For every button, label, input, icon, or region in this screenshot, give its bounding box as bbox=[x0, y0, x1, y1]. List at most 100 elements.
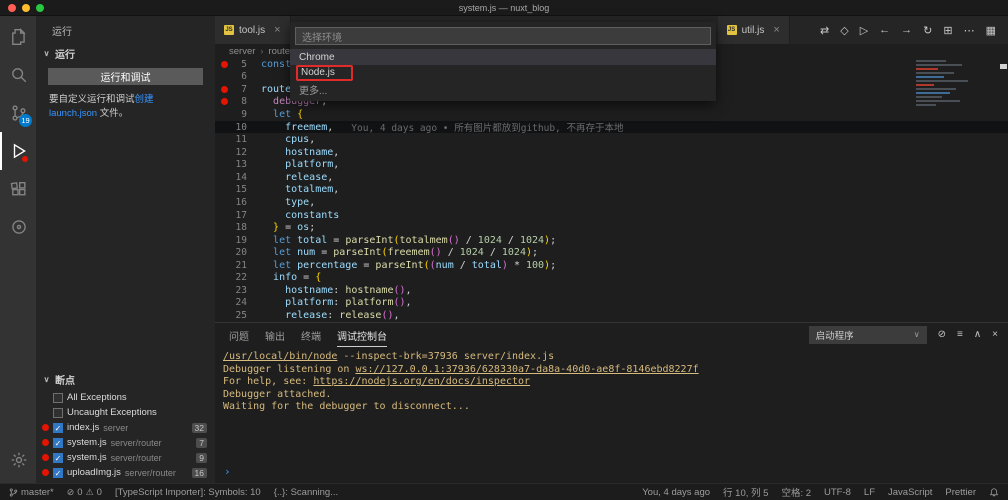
launch-config-select[interactable]: 启动程序 ∨ bbox=[809, 326, 927, 344]
breakpoint-dot[interactable] bbox=[221, 111, 228, 118]
source-control-icon[interactable]: 19 bbox=[0, 94, 36, 132]
code-line[interactable]: 12 hostname, bbox=[215, 146, 1008, 159]
breakpoint-checkbox[interactable]: ✓ bbox=[53, 438, 63, 448]
forward-icon[interactable]: → bbox=[901, 24, 912, 36]
line-gutter[interactable]: 13 bbox=[215, 159, 261, 170]
breakpoint-dot[interactable] bbox=[221, 124, 228, 131]
status-item[interactable]: LF bbox=[864, 487, 875, 498]
minimize-window-button[interactable] bbox=[22, 4, 30, 12]
breakpoint-checkbox[interactable]: ✓ bbox=[53, 423, 63, 433]
debug-console-input[interactable]: › bbox=[215, 465, 1008, 483]
status-item[interactable]: ⊘0⚠0 bbox=[67, 487, 102, 498]
panel-tab[interactable]: 问题 bbox=[229, 323, 249, 346]
more-actions-icon[interactable]: ⋯ bbox=[964, 24, 975, 37]
breakpoint-dot[interactable] bbox=[221, 149, 228, 156]
status-item[interactable]: 空格: 2 bbox=[781, 485, 811, 499]
line-gutter[interactable]: 22 bbox=[215, 272, 261, 283]
code-line[interactable]: 9 let { bbox=[215, 108, 1008, 121]
panel-tab[interactable]: 调试控制台 bbox=[337, 323, 387, 347]
tab-tool-js[interactable]: JS tool.js × bbox=[215, 16, 291, 44]
line-gutter[interactable]: 17 bbox=[215, 210, 261, 221]
explorer-icon[interactable] bbox=[0, 18, 36, 56]
line-gutter[interactable]: 20 bbox=[215, 247, 261, 258]
breakpoint-checkbox[interactable]: ✓ bbox=[53, 468, 63, 478]
breakpoint-checkbox[interactable]: ✓ bbox=[53, 453, 63, 463]
close-tab-icon[interactable]: × bbox=[773, 24, 779, 36]
line-gutter[interactable]: 12 bbox=[215, 147, 261, 158]
status-item[interactable]: JavaScript bbox=[888, 487, 932, 498]
split-editor-icon[interactable]: ⊞ bbox=[943, 24, 952, 37]
layout-icon[interactable]: ▦ bbox=[986, 24, 996, 37]
breakpoint-dot[interactable] bbox=[221, 299, 228, 306]
maximize-panel-icon[interactable]: ∧ bbox=[974, 329, 981, 340]
line-gutter[interactable]: 18 bbox=[215, 222, 261, 233]
breakpoint-dot[interactable] bbox=[221, 287, 228, 294]
breakpoint-item[interactable]: Uncaught Exceptions bbox=[36, 405, 215, 420]
breakpoint-dot[interactable] bbox=[221, 161, 228, 168]
breakpoint-dot[interactable] bbox=[221, 86, 228, 93]
run-icon[interactable]: ▷ bbox=[860, 24, 868, 37]
panel-tab[interactable]: 终端 bbox=[301, 323, 321, 346]
breakpoints-header[interactable]: ∨ 断点 bbox=[36, 370, 215, 389]
line-gutter[interactable]: 21 bbox=[215, 260, 261, 271]
breakpoint-dot[interactable] bbox=[221, 312, 228, 319]
panel-tab[interactable]: 输出 bbox=[265, 323, 285, 346]
breadcrumb-item[interactable]: server bbox=[229, 46, 255, 57]
line-gutter[interactable]: 19 bbox=[215, 235, 261, 246]
search-icon[interactable] bbox=[0, 56, 36, 94]
line-gutter[interactable]: 15 bbox=[215, 184, 261, 195]
status-item[interactable]: You, 4 days ago bbox=[642, 487, 710, 498]
line-gutter[interactable]: 16 bbox=[215, 197, 261, 208]
breakpoint-dot[interactable] bbox=[221, 237, 228, 244]
close-window-button[interactable] bbox=[8, 4, 16, 12]
zoom-window-button[interactable] bbox=[36, 4, 44, 12]
code-line[interactable]: 10 freemem,You, 4 days ago • 所有图片都放到gith… bbox=[215, 121, 1008, 134]
line-gutter[interactable]: 8 bbox=[215, 96, 261, 107]
code-line[interactable]: 24 platform: platform(), bbox=[215, 297, 1008, 310]
breakpoint-dot[interactable] bbox=[221, 212, 228, 219]
gear-icon[interactable] bbox=[0, 441, 36, 479]
quick-pick-input[interactable]: 选择环境 bbox=[295, 27, 711, 45]
code-line[interactable]: 25 release: release(), bbox=[215, 309, 1008, 322]
debug-console-icon[interactable]: ◇ bbox=[840, 24, 848, 37]
line-gutter[interactable]: 7 bbox=[215, 84, 261, 95]
breakpoint-dot[interactable] bbox=[221, 224, 228, 231]
quick-pick-option[interactable]: 更多... bbox=[290, 81, 716, 97]
breakpoint-dot[interactable] bbox=[221, 262, 228, 269]
breakpoint-checkbox[interactable] bbox=[53, 408, 63, 418]
breakpoint-item[interactable]: ✓uploadImg.jsserver/router16 bbox=[36, 465, 215, 480]
line-gutter[interactable]: 9 bbox=[215, 109, 261, 120]
breakpoint-dot[interactable] bbox=[221, 199, 228, 206]
line-gutter[interactable]: 11 bbox=[215, 134, 261, 145]
open-changes-icon[interactable]: ⇄ bbox=[820, 24, 829, 37]
breakpoint-dot[interactable] bbox=[221, 61, 228, 68]
quick-pick-option[interactable]: Chrome bbox=[290, 49, 716, 65]
filter-icon[interactable]: ≡ bbox=[957, 329, 963, 340]
line-gutter[interactable]: 5 bbox=[215, 59, 261, 70]
console-link[interactable]: ws://127.0.0.1:37936/628330a7-da8a-40d0-… bbox=[355, 364, 698, 375]
status-item[interactable]: master* bbox=[9, 487, 54, 498]
line-gutter[interactable]: 25 bbox=[215, 310, 261, 321]
quick-pick-option[interactable]: Node.js bbox=[290, 65, 716, 81]
extensions-icon[interactable] bbox=[0, 170, 36, 208]
code-line[interactable]: 14 release, bbox=[215, 171, 1008, 184]
breakpoint-item[interactable]: ✓system.jsserver/router7 bbox=[36, 435, 215, 450]
line-gutter[interactable]: 24 bbox=[215, 297, 261, 308]
code-line[interactable]: 15 totalmem, bbox=[215, 184, 1008, 197]
code-line[interactable]: 20 let num = parseInt(freemem() / 1024 /… bbox=[215, 246, 1008, 259]
line-gutter[interactable]: 14 bbox=[215, 172, 261, 183]
status-item[interactable]: Prettier bbox=[945, 487, 976, 498]
code-line[interactable]: 22 info = { bbox=[215, 272, 1008, 285]
code-line[interactable]: 13 platform, bbox=[215, 159, 1008, 172]
status-item[interactable]: [TypeScript Importer]: Symbols: 10 bbox=[115, 487, 261, 498]
close-panel-icon[interactable]: × bbox=[992, 329, 998, 340]
breakpoint-dot[interactable] bbox=[221, 274, 228, 281]
status-item[interactable]: 行 10, 列 5 bbox=[723, 485, 768, 499]
run-section-header[interactable]: ∨ 运行 bbox=[36, 44, 215, 63]
console-link[interactable]: /usr/local/bin/node bbox=[223, 351, 337, 362]
breakpoint-dot[interactable] bbox=[221, 73, 228, 80]
code-line[interactable]: 16 type, bbox=[215, 196, 1008, 209]
code-line[interactable]: 11 cpus, bbox=[215, 133, 1008, 146]
breakpoint-dot[interactable] bbox=[221, 98, 228, 105]
breakpoint-dot[interactable] bbox=[221, 174, 228, 181]
